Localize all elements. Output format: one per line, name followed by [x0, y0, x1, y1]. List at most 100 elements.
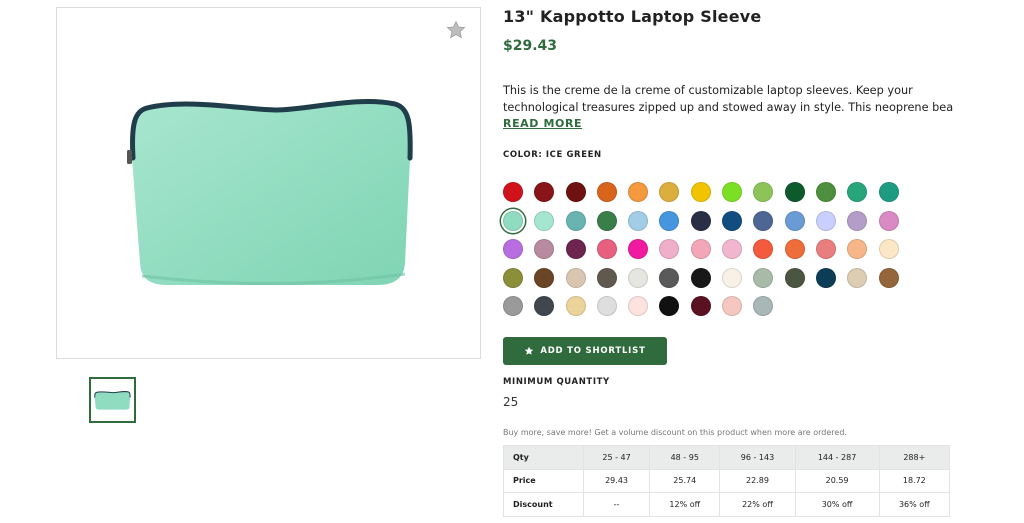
table-cell: 29.43: [582, 468, 651, 493]
color-swatch[interactable]: [690, 239, 711, 260]
table-cell: 96 - 143: [719, 445, 796, 470]
read-more-link[interactable]: READ MORE: [503, 117, 582, 130]
product-thumbnail[interactable]: [89, 377, 136, 423]
shortlist-label: ADD TO SHORTLIST: [540, 346, 646, 356]
laptop-sleeve-image: [127, 99, 413, 286]
color-swatch[interactable]: [596, 239, 617, 260]
table-row: Price 29.43 25.74 22.89 20.59 18.72: [503, 468, 951, 493]
color-swatch[interactable]: [784, 182, 805, 203]
table-cell: 144 - 287: [794, 445, 880, 470]
color-swatch[interactable]: [503, 267, 523, 288]
color-swatch[interactable]: [534, 267, 555, 288]
color-swatch[interactable]: [659, 239, 680, 260]
color-swatch[interactable]: [784, 239, 805, 260]
swatch-row: [503, 178, 943, 207]
color-swatch[interactable]: [565, 210, 586, 231]
product-description: This is the creme de la creme of customi…: [503, 82, 953, 116]
color-swatch[interactable]: [503, 182, 523, 203]
color-swatch[interactable]: [659, 210, 680, 231]
color-swatch[interactable]: [722, 210, 743, 231]
color-swatch[interactable]: [565, 267, 586, 288]
color-swatch[interactable]: [503, 239, 523, 260]
color-swatch[interactable]: [628, 267, 649, 288]
color-swatch[interactable]: [847, 210, 868, 231]
main-product-image-frame: [56, 7, 481, 359]
favorite-star-icon[interactable]: [446, 20, 466, 40]
color-swatch[interactable]: [596, 182, 617, 203]
color-swatch[interactable]: [534, 239, 555, 260]
table-row: Discount -- 12% off 22% off 30% off 36% …: [503, 492, 951, 517]
swatch-row: [503, 235, 943, 264]
color-swatch[interactable]: [628, 239, 649, 260]
color-swatch[interactable]: [722, 296, 743, 317]
color-swatch[interactable]: [753, 210, 774, 231]
color-swatch[interactable]: [722, 239, 743, 260]
color-swatch[interactable]: [628, 210, 649, 231]
table-cell: 25 - 47: [582, 445, 651, 470]
table-cell: Discount: [503, 492, 584, 517]
color-label: COLOR: ICE GREEN: [503, 150, 602, 160]
color-swatch[interactable]: [565, 182, 586, 203]
star-icon: [524, 346, 534, 356]
color-swatch[interactable]: [753, 182, 774, 203]
color-swatch[interactable]: [534, 296, 555, 317]
table-cell: 18.72: [878, 468, 951, 493]
swatch-row: [503, 207, 943, 236]
color-swatch[interactable]: [690, 210, 711, 231]
table-cell: 30% off: [794, 492, 880, 517]
minimum-quantity-value: 25: [503, 395, 519, 409]
color-swatch[interactable]: [847, 239, 868, 260]
color-swatch[interactable]: [815, 210, 836, 231]
color-swatch[interactable]: [784, 210, 805, 231]
color-swatch[interactable]: [534, 182, 555, 203]
volume-pricing-table: Qty 25 - 47 48 - 95 96 - 143 144 - 287 2…: [503, 445, 951, 517]
swatch-row: [503, 292, 943, 321]
color-swatch[interactable]: [878, 239, 899, 260]
color-swatch[interactable]: [847, 182, 868, 203]
color-swatch[interactable]: [659, 267, 680, 288]
color-swatch[interactable]: [878, 267, 899, 288]
add-to-shortlist-button[interactable]: ADD TO SHORTLIST: [503, 337, 667, 365]
color-swatch[interactable]: [847, 267, 868, 288]
table-cell: Qty: [503, 445, 584, 470]
color-swatch[interactable]: [628, 296, 649, 317]
table-cell: 288+: [878, 445, 951, 470]
color-swatch[interactable]: [815, 182, 836, 203]
description-line-2: technological treasures zipped up and st…: [503, 101, 953, 114]
color-swatch[interactable]: [659, 296, 680, 317]
table-cell: 48 - 95: [649, 445, 721, 470]
color-swatch[interactable]: [690, 296, 711, 317]
color-swatch[interactable]: [784, 267, 805, 288]
color-swatch[interactable]: [565, 296, 586, 317]
swatch-row: [503, 264, 943, 293]
table-cell: 25.74: [649, 468, 721, 493]
color-swatch[interactable]: [503, 296, 523, 317]
color-swatch[interactable]: [753, 239, 774, 260]
color-swatch[interactable]: [659, 182, 680, 203]
color-swatch[interactable]: [628, 182, 649, 203]
volume-discount-note: Buy more, save more! Get a volume discou…: [503, 428, 847, 437]
color-swatch[interactable]: [878, 210, 899, 231]
color-swatch[interactable]: [596, 296, 617, 317]
color-swatch[interactable]: [534, 210, 555, 231]
color-swatch[interactable]: [565, 239, 586, 260]
color-swatch[interactable]: [722, 267, 743, 288]
color-swatch[interactable]: [722, 182, 743, 203]
table-cell: 12% off: [649, 492, 721, 517]
color-swatch[interactable]: [753, 267, 774, 288]
color-swatch[interactable]: [596, 267, 617, 288]
color-swatch[interactable]: [753, 296, 774, 317]
color-swatch[interactable]: [815, 239, 836, 260]
color-swatch[interactable]: [596, 210, 617, 231]
color-swatch[interactable]: [503, 210, 523, 231]
product-price: $29.43: [503, 38, 558, 54]
table-cell: 22% off: [719, 492, 796, 517]
color-swatch[interactable]: [815, 267, 836, 288]
table-cell: 36% off: [878, 492, 951, 517]
color-swatch[interactable]: [878, 182, 899, 203]
color-swatch[interactable]: [690, 267, 711, 288]
description-line-1: This is the creme de la creme of customi…: [503, 84, 913, 97]
table-cell: 22.89: [719, 468, 796, 493]
color-swatch[interactable]: [690, 182, 711, 203]
table-cell: 20.59: [794, 468, 880, 493]
